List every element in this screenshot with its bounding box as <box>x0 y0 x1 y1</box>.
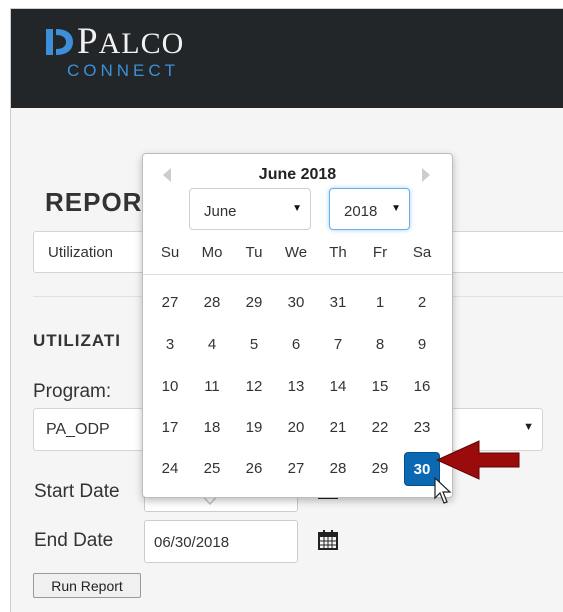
program-label: Program: <box>33 381 112 402</box>
datepicker-title: June 2018 <box>258 166 337 183</box>
caret-down-icon: ▼ <box>523 421 534 433</box>
caret-down-icon: ▼ <box>391 203 401 214</box>
start-date-label: Start Date <box>34 481 120 502</box>
calendar-day[interactable]: 31 <box>320 286 356 320</box>
calendar-day[interactable]: 10 <box>152 370 188 404</box>
datepicker-popup: June 2018 June ▼ 2018 ▼ Su Mo Tu We Th Fr Sa 2… <box>142 153 453 498</box>
end-date-label: End Date <box>34 530 114 551</box>
run-report-button[interactable]: Run Report <box>33 573 141 598</box>
datepicker-divider <box>143 274 452 275</box>
end-date-value: 06/30/2018 <box>154 534 230 551</box>
weekday-label: Sa <box>412 244 432 261</box>
calendar-day[interactable]: 30 <box>278 286 314 320</box>
calendar-day[interactable]: 21 <box>320 411 356 445</box>
calendar-day[interactable]: 27 <box>278 452 314 486</box>
calendar-day[interactable]: 5 <box>236 328 272 362</box>
calendar-day[interactable]: 1 <box>362 286 398 320</box>
calendar-day[interactable]: 24 <box>152 452 188 486</box>
calendar-day[interactable]: 28 <box>320 452 356 486</box>
calendar-day[interactable]: 18 <box>194 411 230 445</box>
app-header: PALCO CONNECT <box>11 9 563 108</box>
mouse-cursor-icon <box>434 477 452 504</box>
month-select-value: June <box>204 203 237 220</box>
calendar-day[interactable]: 19 <box>236 411 272 445</box>
annotation-arrow <box>435 440 520 480</box>
caret-down-icon: ▼ <box>292 203 302 214</box>
weekday-label: We <box>284 244 308 261</box>
year-select[interactable]: 2018 ▼ <box>329 188 410 230</box>
weekday-label: Fr <box>372 244 388 261</box>
calendar-day[interactable]: 27 <box>152 286 188 320</box>
palco-logo-icon <box>46 29 73 55</box>
calendar-day[interactable]: 2 <box>404 286 440 320</box>
weekday-label: Tu <box>245 244 263 261</box>
calendar-day[interactable]: 20 <box>278 411 314 445</box>
calendar-day[interactable]: 28 <box>194 286 230 320</box>
program-value: PA_ODP <box>46 421 110 438</box>
month-select[interactable]: June ▼ <box>189 188 311 230</box>
calendar-day[interactable]: 25 <box>194 452 230 486</box>
calendar-day[interactable]: 14 <box>320 370 356 404</box>
calendar-day[interactable]: 13 <box>278 370 314 404</box>
calendar-day[interactable]: 22 <box>362 411 398 445</box>
weekday-label: Th <box>329 244 347 261</box>
calendar-icon[interactable] <box>317 529 339 551</box>
calendar-day[interactable]: 8 <box>362 328 398 362</box>
calendar-day[interactable]: 3 <box>152 328 188 362</box>
page-title: REPOR <box>45 187 143 217</box>
calendar-day[interactable]: 7 <box>320 328 356 362</box>
calendar-day[interactable]: 11 <box>194 370 230 404</box>
logo-subtitle: CONNECT <box>67 61 180 80</box>
calendar-day[interactable]: 17 <box>152 411 188 445</box>
calendar-day[interactable]: 12 <box>236 370 272 404</box>
year-select-value: 2018 <box>344 203 378 220</box>
calendar-day[interactable]: 4 <box>194 328 230 362</box>
calendar-day[interactable]: 9 <box>404 328 440 362</box>
report-type-value: Utilization <box>48 244 114 261</box>
calendar-day[interactable]: 16 <box>404 370 440 404</box>
calendar-day[interactable]: 29 <box>236 286 272 320</box>
section-title: UTILIZATI <box>33 331 121 350</box>
calendar-day[interactable]: 15 <box>362 370 398 404</box>
calendar-day[interactable]: 29 <box>362 452 398 486</box>
weekday-label: Mo <box>201 244 223 261</box>
calendar-day[interactable]: 6 <box>278 328 314 362</box>
calendar-day[interactable]: 26 <box>236 452 272 486</box>
logo-wordmark: PALCO <box>77 21 185 62</box>
weekday-label: Su <box>160 244 180 261</box>
end-date-input[interactable]: 06/30/2018 <box>144 520 298 563</box>
